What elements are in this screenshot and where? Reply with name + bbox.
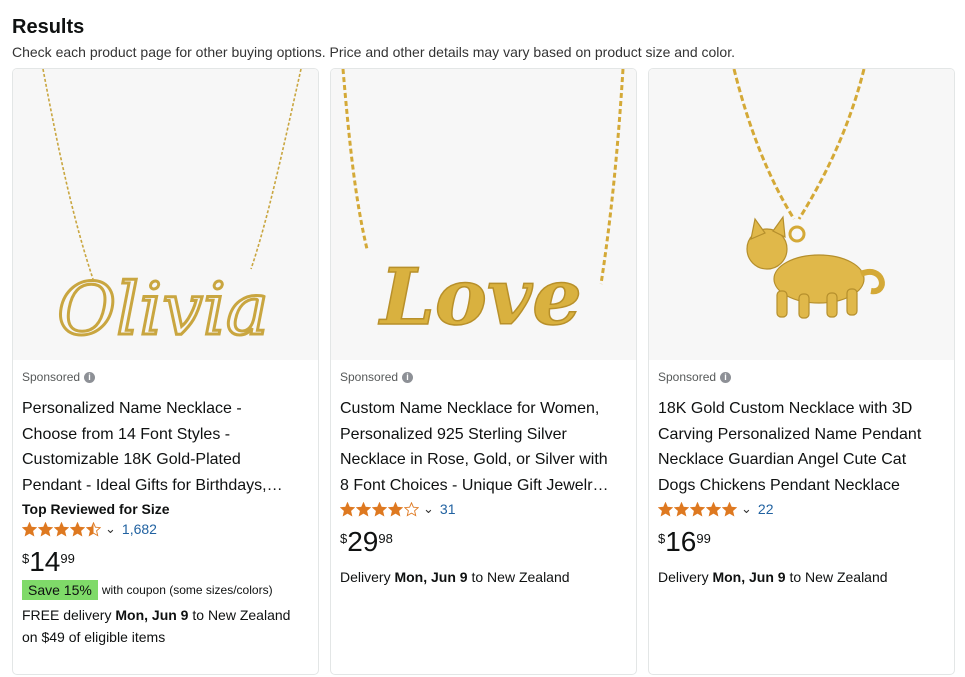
star-icon	[372, 501, 387, 517]
delivery-info: Delivery Mon, Jun 9 to New Zealand	[340, 566, 628, 588]
title-line: Custom Name Necklace for Women,	[340, 400, 600, 417]
star-rating[interactable]	[340, 501, 420, 517]
star-icon	[356, 501, 371, 517]
price-whole: 29	[347, 526, 379, 557]
star-icon	[70, 521, 85, 537]
star-icon	[54, 521, 69, 537]
title-line: 18K Gold Custom Necklace with 3D	[658, 400, 913, 417]
title-line: 8 Font Choices - Unique Gift Jewelr…	[340, 476, 609, 494]
product-image-cat-necklace[interactable]	[649, 69, 954, 360]
star-icon	[706, 501, 721, 517]
delivery-date: Mon, Jun 9	[712, 569, 786, 585]
star-icon	[340, 501, 355, 517]
delivery-date: Mon, Jun 9	[394, 569, 468, 585]
product-card[interactable]: Sponsored i 18K Gold Custom Necklace wit…	[648, 68, 955, 675]
necklace-image: Love	[331, 69, 636, 360]
product-image-love-necklace[interactable]: Love	[331, 69, 636, 360]
info-icon[interactable]: i	[84, 371, 96, 383]
rating-row: ⌄ 1,682	[22, 518, 310, 540]
info-icon[interactable]: i	[402, 371, 414, 383]
top-reviewed-badge: Top Reviewed for Size	[22, 501, 170, 517]
review-count-link[interactable]: 1,682	[122, 521, 157, 537]
star-icon	[674, 501, 689, 517]
star-icon	[388, 501, 403, 517]
star-rating[interactable]	[658, 501, 738, 517]
chevron-down-icon[interactable]: ⌄	[105, 521, 116, 537]
title-line: Necklace Guardian Angel Cute Cat	[658, 451, 907, 468]
price-whole: 14	[29, 546, 61, 577]
review-count-link[interactable]: 31	[440, 501, 456, 517]
coupon-row: Save 15% with coupon (some sizes/colors)	[22, 580, 310, 600]
title-line: Personalized 925 Sterling Silver	[340, 425, 567, 443]
title-line: Choose from 14 Font Styles -	[22, 425, 231, 443]
rating-row: ⌄ 31	[340, 498, 628, 520]
delivery-suffix: to New Zealand	[785, 569, 888, 585]
chevron-down-icon[interactable]: ⌄	[423, 501, 434, 517]
price-symbol: $	[22, 551, 30, 566]
star-icon	[404, 501, 419, 517]
product-card[interactable]: Love Sponsored i Custom Name Necklace fo…	[330, 68, 637, 675]
necklace-image	[649, 69, 954, 360]
title-line: Pendant - Ideal Gifts for Birthdays,…	[22, 476, 283, 494]
star-icon	[86, 521, 101, 537]
title-line: Personalized Name Necklace -	[22, 400, 242, 417]
price: $ 14 99	[22, 548, 310, 576]
pendant-name-text: Olivia	[57, 267, 269, 351]
star-icon	[690, 501, 705, 517]
product-title[interactable]: Personalized Name Necklace - Choose from…	[22, 396, 310, 498]
delivery-info: FREE delivery Mon, Jun 9 to New Zealand	[22, 604, 310, 626]
coupon-text: with coupon (some sizes/colors)	[101, 583, 273, 597]
necklace-image: Olivia	[13, 69, 318, 360]
title-line: Customizable 18K Gold-Plated	[22, 451, 241, 468]
product-title[interactable]: Custom Name Necklace for Women, Personal…	[340, 396, 628, 498]
delivery-suffix: to New Zealand	[188, 607, 291, 623]
results-subtitle: Check each product page for other buying…	[12, 44, 735, 60]
sponsored-text: Sponsored	[658, 370, 717, 384]
info-icon[interactable]: i	[720, 371, 732, 383]
product-image-olivia-necklace[interactable]: Olivia	[13, 69, 318, 360]
title-line: Dogs Chickens Pendant Necklace	[658, 476, 900, 494]
title-line: Necklace in Rose, Gold, or Silver with	[340, 451, 608, 468]
sponsored-label: Sponsored i	[22, 368, 310, 386]
sponsored-label: Sponsored i	[658, 368, 946, 386]
price-whole: 16	[665, 526, 697, 557]
delivery-info: Delivery Mon, Jun 9 to New Zealand	[658, 566, 946, 588]
results-header: Results Check each product page for othe…	[12, 14, 952, 62]
title-line: Carving Personalized Name Pendant	[658, 425, 922, 443]
star-icon	[38, 521, 53, 537]
price-fraction: 98	[378, 531, 393, 546]
results-title: Results	[12, 16, 85, 38]
star-icon	[658, 501, 673, 517]
price: $ 29 98	[340, 528, 628, 556]
delivery-prefix: Delivery	[340, 569, 395, 585]
product-card[interactable]: Olivia Sponsored i Personalized Name Nec…	[12, 68, 319, 675]
product-title[interactable]: 18K Gold Custom Necklace with 3D Carving…	[658, 396, 946, 498]
sponsored-text: Sponsored	[340, 370, 399, 384]
delivery-prefix: Delivery	[658, 569, 713, 585]
price-symbol: $	[340, 531, 348, 546]
sponsored-label: Sponsored i	[340, 368, 628, 386]
price-symbol: $	[658, 531, 666, 546]
star-icon	[722, 501, 737, 517]
rating-row: ⌄ 22	[658, 498, 946, 520]
delivery-prefix: FREE delivery	[22, 607, 116, 623]
price: $ 16 99	[658, 528, 946, 556]
chevron-down-icon[interactable]: ⌄	[741, 501, 752, 517]
delivery-date: Mon, Jun 9	[115, 607, 189, 623]
star-rating[interactable]	[22, 521, 102, 537]
review-count-link[interactable]: 22	[758, 501, 774, 517]
sponsored-text: Sponsored	[22, 370, 81, 384]
price-fraction: 99	[696, 531, 711, 546]
coupon-badge: Save 15%	[22, 580, 98, 600]
delivery-suffix: to New Zealand	[467, 569, 570, 585]
delivery-condition: on $49 of eligible items	[22, 629, 166, 645]
star-icon	[22, 521, 37, 537]
price-fraction: 99	[60, 551, 75, 566]
pendant-name-text: Love	[378, 252, 582, 343]
